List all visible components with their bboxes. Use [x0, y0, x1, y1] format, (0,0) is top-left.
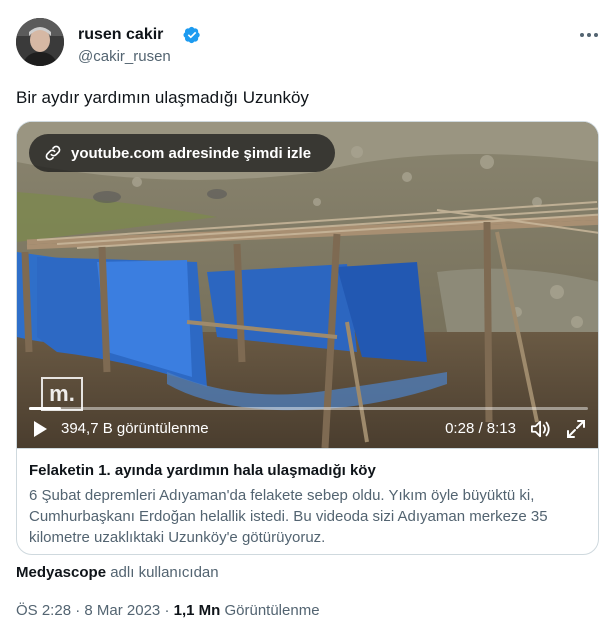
link-preview[interactable]: Felaketin 1. ayında yardımın hala ulaşma…	[17, 448, 598, 554]
tweet-time[interactable]: ÖS 2:28	[16, 602, 71, 619]
video-progress-fill	[29, 407, 61, 410]
fullscreen-icon[interactable]	[566, 419, 586, 439]
source-suffix: adlı kullanıcıdan	[106, 564, 219, 581]
video-time: 0:28 / 8:13	[445, 420, 516, 437]
tweet-metadata: ÖS 2:28 · 8 Mar 2023 · 1,1 Mn Görüntülen…	[16, 601, 320, 621]
video-controls: 394,7 B görüntülenme 0:28 / 8:13	[17, 412, 598, 446]
video-player[interactable]: youtube.com adresinde şimdi izle m. 394,…	[17, 122, 598, 448]
video-source-line: Medyascope adlı kullanıcıdan	[16, 563, 219, 583]
card-description: 6 Şubat depremleri Adıyaman'da felakete …	[29, 487, 548, 546]
play-icon[interactable]	[31, 420, 49, 438]
tweet-text: Bir aydır yardımın ulaşmadığı Uzunköy	[16, 88, 309, 107]
channel-watermark: m.	[41, 377, 83, 411]
link-icon	[45, 145, 61, 161]
avatar[interactable]	[16, 18, 64, 66]
tweet-date[interactable]: 8 Mar 2023	[84, 602, 160, 619]
video-progress-bar[interactable]	[29, 407, 588, 410]
watch-on-youtube-label: youtube.com adresinde şimdi izle	[71, 144, 312, 162]
avatar-image	[16, 18, 64, 66]
tweet-views-label: Görüntülenme	[220, 602, 320, 619]
verified-badge-icon	[183, 26, 200, 44]
meta-separator: ·	[71, 602, 85, 619]
display-name[interactable]: rusen cakir	[78, 25, 163, 45]
tweet-views-count: 1,1 Mn	[173, 602, 221, 619]
meta-separator: ·	[160, 602, 174, 619]
volume-icon[interactable]	[530, 419, 552, 439]
video-view-count: 394,7 B görüntülenme	[61, 420, 209, 437]
source-account-link[interactable]: Medyascope	[16, 564, 106, 581]
video-card: youtube.com adresinde şimdi izle m. 394,…	[16, 121, 599, 555]
watch-on-youtube-button[interactable]: youtube.com adresinde şimdi izle	[29, 134, 335, 172]
card-title: Felaketin 1. ayında yardımın hala ulaşma…	[29, 462, 376, 479]
user-handle[interactable]: @cakir_rusen	[78, 47, 171, 67]
more-options-icon[interactable]	[578, 24, 600, 46]
tweet-header: rusen cakir @cakir_rusen	[16, 18, 600, 70]
